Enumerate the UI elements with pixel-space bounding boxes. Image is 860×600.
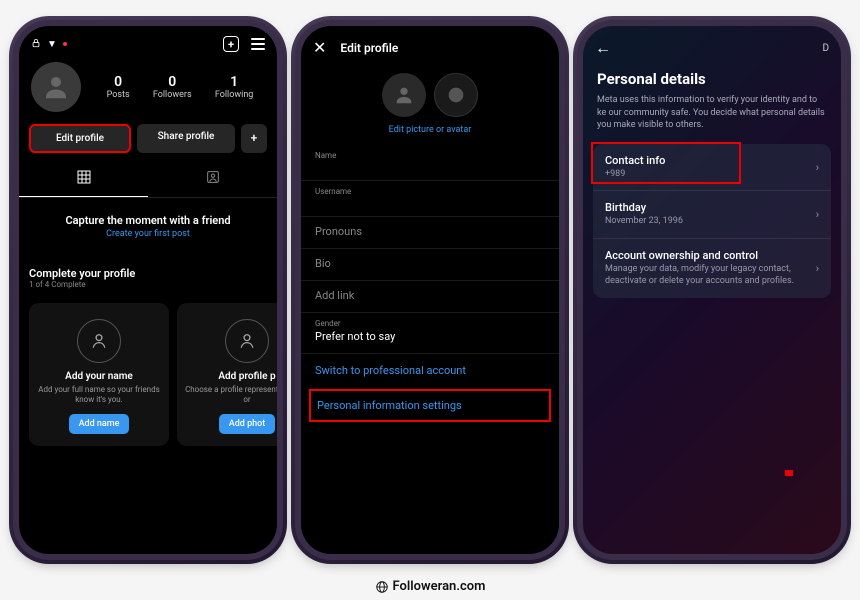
person-icon [77,319,121,363]
page-description: Meta uses this information to verify you… [583,94,841,144]
switch-professional-link[interactable]: Switch to professional account [301,354,559,387]
birthday-item[interactable]: Birthday November 23, 1996 › [593,191,831,239]
edit-picture-link[interactable]: Edit picture or avatar [301,119,559,145]
create-first-post-link[interactable]: Create your first post [31,229,265,239]
screen-personal-details: ← D Personal details Meta uses this info… [583,26,841,554]
complete-profile-section: Complete your profile 1 of 4 Complete [19,255,277,295]
share-profile-button[interactable]: Share profile [137,124,235,153]
screen-edit-profile: ✕ Edit profile Edit picture or avatar Na… [301,26,559,554]
stat-following[interactable]: 1 Following [215,74,254,100]
profile-tabs [19,161,277,198]
card-add-photo: Add profile p Choose a profile represent… [177,303,277,446]
stat-followers[interactable]: 0 Followers [153,74,192,100]
chevron-right-icon: › [816,161,819,174]
page-title: Edit profile [340,41,398,55]
add-name-button[interactable]: Add name [69,414,130,434]
menu-icon[interactable] [251,38,265,50]
capture-prompt: Capture the moment with a friend Create … [19,198,277,255]
account-ownership-item[interactable]: Account ownership and control Manage you… [593,239,831,297]
grid-icon [76,169,92,185]
chevron-right-icon: › [816,208,819,221]
globe-icon [375,580,389,594]
avatar[interactable] [31,62,81,112]
phone-profile: ▼ + 0 Posts 0 [13,20,283,560]
capture-title: Capture the moment with a friend [31,214,265,227]
personal-info-settings-link[interactable]: Personal information settings [309,389,551,422]
person-icon [225,319,269,363]
profile-header: 0 Posts 0 Followers 1 Following [19,58,277,120]
discover-people-button[interactable]: + [241,124,267,153]
username-dropdown[interactable]: ▼ [47,39,57,50]
card-add-name: Add your name Add your full name so your… [29,303,169,446]
chevron-right-icon: › [816,262,819,275]
edit-header: ✕ Edit profile [301,26,559,65]
red-marker-icon [785,470,793,476]
phone-personal-details: ← D Personal details Meta uses this info… [577,20,847,560]
notification-dot-icon [63,42,67,46]
create-button[interactable]: + [223,36,239,52]
header-right: D [822,43,829,54]
username-field[interactable]: Username [301,181,559,217]
pronouns-field[interactable]: Pronouns [301,217,559,249]
tab-tagged[interactable] [148,161,277,197]
avatar-emoji[interactable] [434,73,478,117]
stat-posts[interactable]: 0 Posts [107,74,130,100]
tab-grid[interactable] [19,161,148,197]
close-icon[interactable]: ✕ [313,38,326,57]
edit-profile-button[interactable]: Edit profile [29,124,131,153]
name-field[interactable]: Name [301,145,559,181]
watermark: Followeran.com [0,579,860,594]
add-link-field[interactable]: Add link [301,281,559,313]
top-bar: ▼ + [19,26,277,58]
highlight-box [591,142,741,184]
avatar-photo[interactable] [382,73,426,117]
page-title: Personal details [583,66,841,94]
back-icon[interactable]: ← [595,38,611,58]
tagged-icon [205,169,221,185]
lock-icon [31,37,41,52]
phone-edit-profile: ✕ Edit profile Edit picture or avatar Na… [295,20,565,560]
bio-field[interactable]: Bio [301,249,559,281]
add-photo-button[interactable]: Add phot [219,414,276,434]
screen-profile: ▼ + 0 Posts 0 [19,26,277,554]
gender-field[interactable]: Gender Prefer not to say [301,313,559,354]
